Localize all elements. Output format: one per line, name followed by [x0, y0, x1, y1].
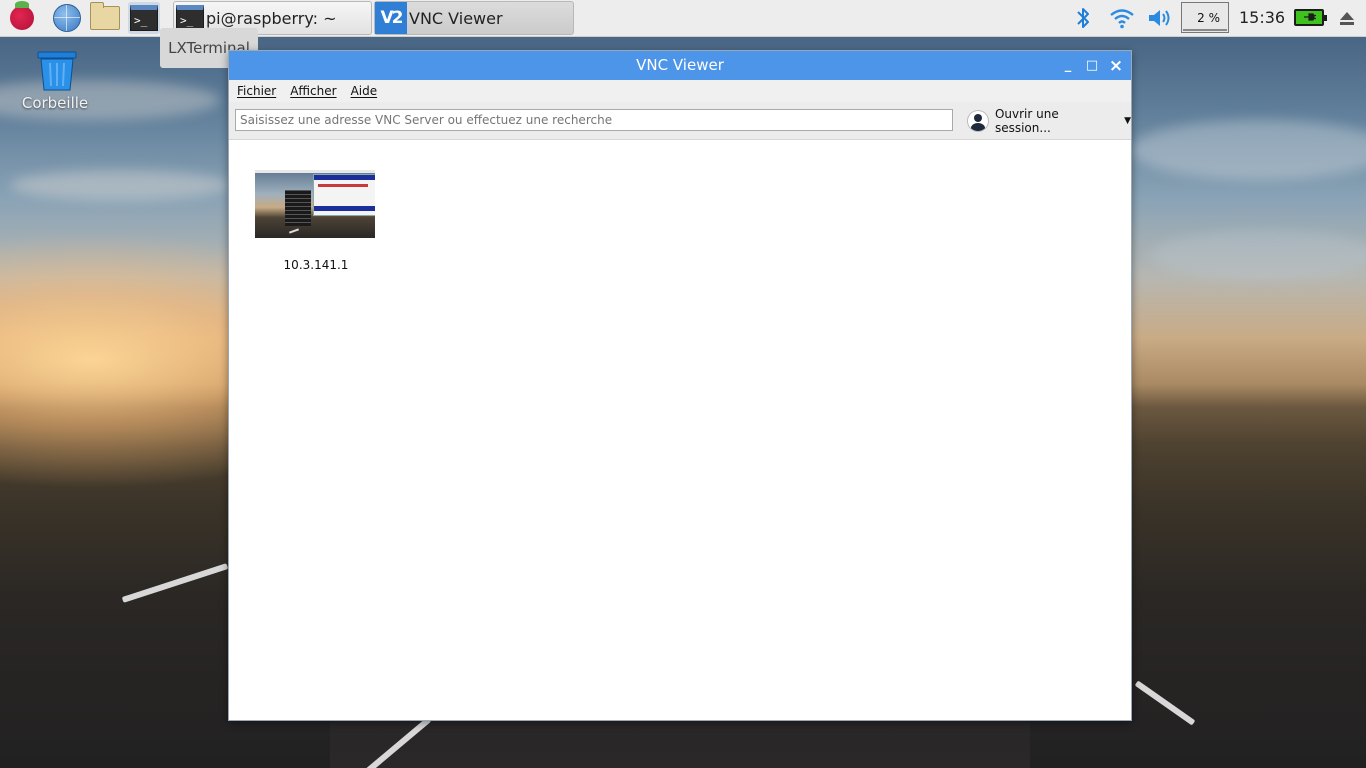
- menu-fichier[interactable]: Fichier: [237, 84, 276, 98]
- task-vnc-label: VNC Viewer: [409, 8, 503, 28]
- battery-icon[interactable]: [1294, 9, 1327, 26]
- browser-launcher[interactable]: [51, 2, 83, 34]
- wifi-icon[interactable]: [1108, 0, 1136, 36]
- sign-in-label: Ouvrir une session...: [994, 107, 1059, 135]
- desktop-trash[interactable]: Corbeille: [18, 50, 92, 112]
- connection-thumbnail: [255, 170, 375, 238]
- bluetooth-icon[interactable]: [1072, 0, 1094, 36]
- eject-icon[interactable]: [1336, 0, 1358, 36]
- menu-aide[interactable]: Aide: [351, 84, 378, 98]
- cloud: [1150, 230, 1366, 280]
- clock[interactable]: 15:36: [1239, 0, 1285, 36]
- chevron-down-icon: ▼: [1124, 116, 1131, 126]
- folder-icon: [90, 2, 120, 30]
- raspberry-menu-button[interactable]: [6, 1, 38, 34]
- road-line: [1134, 680, 1196, 726]
- cpu-monitor[interactable]: 2 %: [1181, 2, 1229, 33]
- cloud: [1130, 120, 1366, 180]
- menubar: Fichier Afficher Aide: [229, 80, 1131, 102]
- close-button[interactable]: ×: [1105, 51, 1127, 80]
- thumb-window-footer: [314, 206, 375, 211]
- toolbar: Ouvrir une session... ▼: [229, 102, 1131, 140]
- address-book: 10.3.141.1: [229, 140, 1131, 720]
- window-titlebar[interactable]: VNC Viewer _ □ ×: [229, 51, 1131, 80]
- terminal-launcher[interactable]: >_: [128, 2, 160, 34]
- menu-afficher[interactable]: Afficher: [290, 84, 336, 98]
- maximize-button[interactable]: □: [1081, 51, 1103, 80]
- minimize-button[interactable]: _: [1057, 51, 1079, 80]
- file-manager-launcher[interactable]: [89, 2, 121, 34]
- vnc-icon: V2: [375, 2, 407, 34]
- trash-icon: [35, 50, 77, 91]
- thumb-window-line: [318, 184, 368, 187]
- vnc-viewer-window: VNC Viewer _ □ × Fichier Afficher Aide O…: [228, 50, 1132, 721]
- globe-icon: [53, 4, 81, 32]
- thumb-window-titlebar: [314, 175, 375, 180]
- road-line: [121, 563, 229, 603]
- connection-label: 10.3.141.1: [283, 258, 349, 272]
- raspberry-icon: [10, 1, 34, 30]
- trash-label: Corbeille: [21, 94, 89, 112]
- thumb-terminal: [285, 190, 311, 226]
- connection-tile[interactable]: 10.3.141.1: [255, 170, 377, 272]
- search-input[interactable]: [235, 109, 953, 131]
- window-title: VNC Viewer: [636, 56, 724, 74]
- thumb-road: [288, 228, 300, 234]
- thumb-taskbar: [255, 170, 375, 173]
- thumb-window: [313, 174, 375, 216]
- user-icon: [967, 110, 989, 132]
- volume-icon[interactable]: [1146, 0, 1174, 36]
- sign-in-button[interactable]: Ouvrir une session... ▼: [967, 107, 1131, 135]
- task-vnc-viewer[interactable]: V2 VNC Viewer: [374, 1, 574, 35]
- terminal-icon: >_: [130, 5, 158, 31]
- cloud: [10, 170, 230, 200]
- task-terminal-label: pi@raspberry: ~: [206, 8, 337, 28]
